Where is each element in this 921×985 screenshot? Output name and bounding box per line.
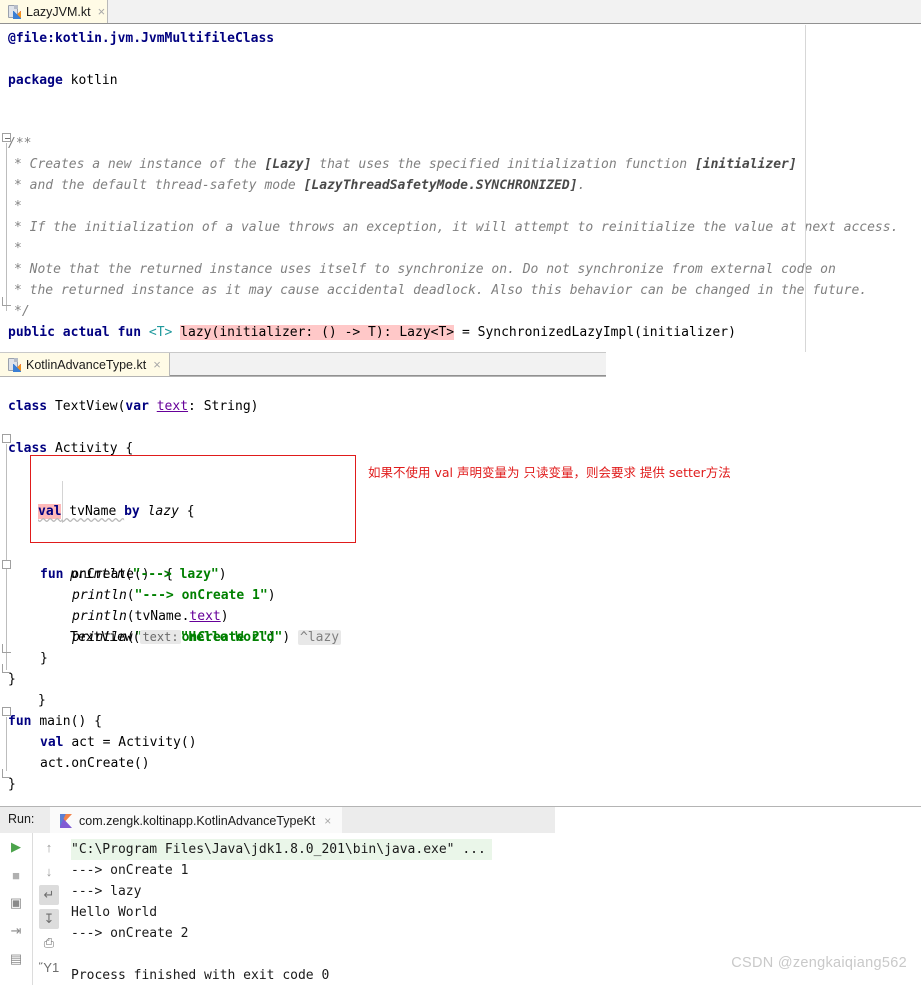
- textview-close: ): [282, 630, 291, 645]
- lazy-declaration-code: val tvName by lazy { println("---> lazy"…: [38, 459, 342, 753]
- fold-marker-main[interactable]: [2, 707, 11, 716]
- kotlin-run-icon: [60, 813, 73, 828]
- fold-marker-activity[interactable]: [2, 434, 11, 443]
- fold-line: [6, 143, 7, 311]
- kotlin-file-icon: [8, 4, 21, 19]
- code-line: * If the initialization of a value throw…: [14, 220, 899, 235]
- run-label: Run:: [8, 812, 35, 826]
- ide-window: LazyJVM.kt × @file:kotlin.jvm.JvmMultifi…: [0, 0, 921, 985]
- print-icon[interactable]: ⎙: [39, 933, 59, 953]
- lazy-signature-highlight: lazy(initializer: () -> T): Lazy<T>: [180, 325, 455, 340]
- run-button[interactable]: ▶: [6, 837, 26, 857]
- console-line: ---> lazy: [71, 884, 142, 899]
- kotlin-file-icon: [8, 357, 21, 372]
- val-keyword: val: [38, 504, 62, 519]
- textview-call: TextView(: [70, 630, 141, 645]
- run-toolbar-left[interactable]: ▶ ■ ▣ ⇥ ▤: [0, 833, 32, 985]
- textview-arg: "Hello World": [180, 630, 283, 645]
- trash-icon[interactable]: Ὕ1: [39, 957, 59, 977]
- soft-wrap-icon[interactable]: ↵: [39, 885, 59, 905]
- console-line: ---> onCreate 2: [71, 926, 189, 941]
- camera-icon[interactable]: ▣: [6, 893, 26, 913]
- code-line: * Creates a new instance of the [Lazy] t…: [14, 157, 797, 172]
- lazy-close-brace-line: }: [38, 690, 341, 711]
- signature-modifiers: public actual fun: [8, 325, 149, 340]
- layout-icon[interactable]: ▤: [6, 949, 26, 969]
- code-line: * and the default thread-safety mode [La…: [14, 178, 586, 193]
- code-line: * Note that the returned instance uses i…: [14, 262, 836, 277]
- code-line: package kotlin: [8, 73, 118, 88]
- stop-button[interactable]: ■: [6, 865, 26, 885]
- tab-kotlinadvancetype-kt[interactable]: KotlinAdvanceType.kt ×: [0, 353, 170, 376]
- code-line: */: [14, 304, 30, 319]
- lazy-println-line: println("---> lazy"): [70, 567, 227, 582]
- editor-tabbar-bottom: KotlinAdvanceType.kt ×: [0, 352, 606, 376]
- run-tab-label: com.zengk.koltinapp.KotlinAdvanceTypeKt: [79, 813, 316, 828]
- close-icon[interactable]: ×: [153, 357, 161, 372]
- export-icon[interactable]: ⇥: [6, 921, 26, 941]
- console-line: Process finished with exit code 0: [71, 968, 330, 983]
- code-line: *: [14, 199, 22, 214]
- lazy-decl-name: tvName: [61, 504, 125, 519]
- parameter-hint: text:: [140, 630, 181, 644]
- println-fn: println: [70, 567, 125, 582]
- right-margin-guide: [805, 25, 806, 352]
- editor-tabbar-top: LazyJVM.kt ×: [0, 0, 921, 24]
- fold-line-activity: [6, 444, 7, 670]
- fold-end-oncreate: [2, 644, 11, 653]
- code-line: /**: [8, 136, 32, 151]
- console-line: ---> onCreate 1: [71, 863, 189, 878]
- code-line: class TextView(var text: String): [8, 399, 259, 414]
- code-line: @file:kotlin.jvm.JvmMultifileClass: [8, 31, 275, 46]
- run-panel-header: Run: com.zengk.koltinapp.KotlinAdvanceTy…: [0, 806, 921, 834]
- fold-end-main: [2, 769, 11, 778]
- tab-label: KotlinAdvanceType.kt: [26, 357, 147, 372]
- code-line: *: [14, 241, 22, 256]
- close-icon[interactable]: ×: [324, 814, 331, 828]
- code-line: act.onCreate(): [40, 756, 150, 771]
- scroll-up-icon[interactable]: ↑: [39, 837, 59, 857]
- scroll-down-icon[interactable]: ↓: [39, 861, 59, 881]
- scroll-to-end-icon[interactable]: ↧: [39, 909, 59, 929]
- close-brace: }: [38, 693, 46, 708]
- console-line: "C:\Program Files\Java\jdk1.8.0_201\bin\…: [71, 839, 492, 860]
- lazy-keyword: lazy: [147, 504, 179, 519]
- editor-lazyjvm[interactable]: @file:kotlin.jvm.JvmMultifileClass packag…: [0, 25, 921, 352]
- lazy-textview-line: TextView(text: "Hello World") ^lazy: [38, 627, 342, 648]
- run-toolbar-console[interactable]: ↑ ↓ ↵ ↧ ⎙ Ὕ1: [32, 833, 63, 985]
- code-line: * the returned instance as it may cause …: [14, 283, 868, 298]
- annotation-val-readonly: 如果不使用 val 声明变量为 只读变量，则会要求 提供 setter方法: [368, 465, 731, 480]
- lambda-return-label: ^lazy: [297, 630, 342, 645]
- open-brace: {: [186, 504, 195, 519]
- by-keyword: by: [124, 504, 140, 519]
- fold-end-marker: [2, 297, 11, 306]
- csdn-watermark: CSDN @zengkaiqiang562: [731, 955, 907, 971]
- println-arg: "---> lazy": [132, 567, 219, 582]
- generic-param: <T>: [148, 325, 173, 340]
- lazy-decl-line: val tvName by lazy {: [38, 501, 341, 522]
- tab-label: LazyJVM.kt: [26, 4, 91, 19]
- fold-end-activity: [2, 664, 11, 673]
- signature-body: = SynchronizedLazyImpl(initializer): [454, 325, 736, 340]
- fold-marker-oncreate[interactable]: [2, 560, 11, 569]
- lazy-signature-line: public actual fun <T> lazy(initializer: …: [8, 322, 736, 343]
- tab-lazyjvm-kt[interactable]: LazyJVM.kt ×: [0, 0, 108, 23]
- close-icon[interactable]: ×: [98, 4, 106, 19]
- run-config-tab[interactable]: com.zengk.koltinapp.KotlinAdvanceTypeKt …: [50, 807, 342, 834]
- console-line: Hello World: [71, 905, 158, 920]
- fold-line-main: [6, 717, 7, 771]
